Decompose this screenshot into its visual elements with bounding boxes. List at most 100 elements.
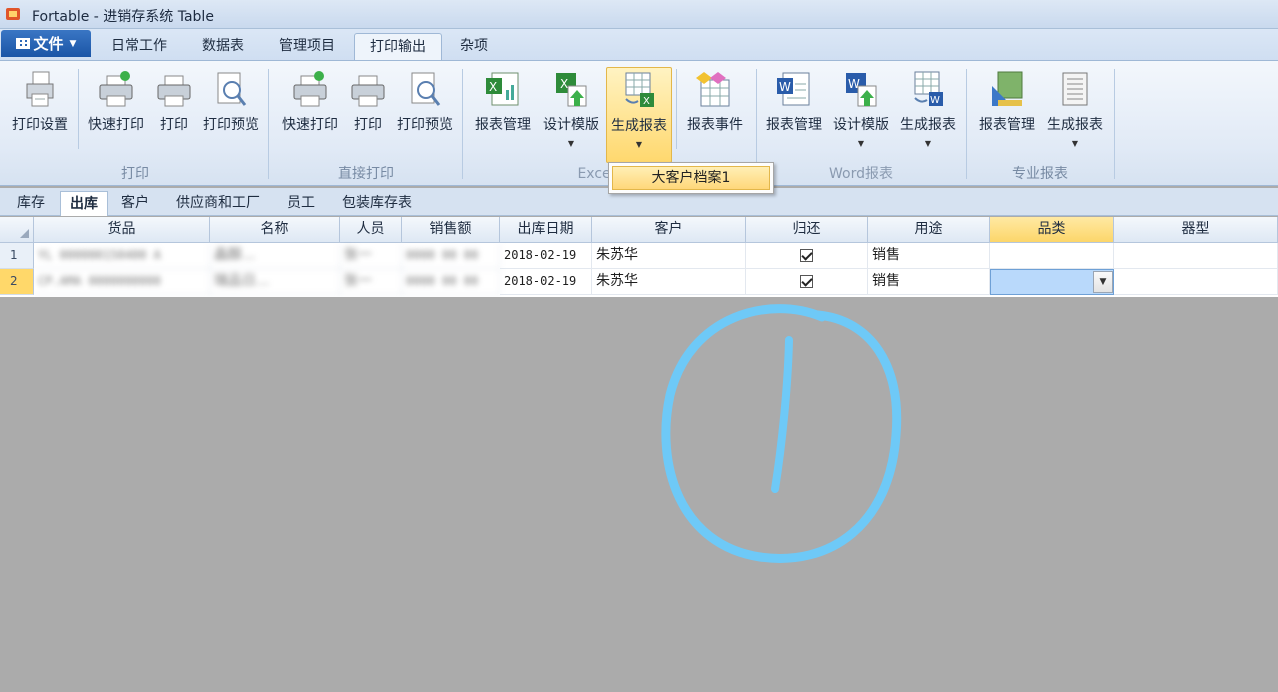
svg-text:W: W xyxy=(930,95,940,106)
window-title: Fortable - 进销存系统 Table xyxy=(32,9,214,25)
quick-print-icon xyxy=(99,71,133,107)
chevron-down-icon: ▼ xyxy=(635,140,643,149)
group-label-word: Word报表 xyxy=(829,166,893,182)
column-header[interactable]: 名称 xyxy=(210,217,340,243)
sheet-tab-inventory[interactable]: 库存 xyxy=(8,191,54,216)
svg-text:X: X xyxy=(643,96,650,107)
sheet-tab-suppliers[interactable]: 供应商和工厂 xyxy=(164,191,272,216)
print-setup-button[interactable]: 打印设置 xyxy=(4,67,76,163)
svg-text:X: X xyxy=(560,77,568,91)
excel-report-icon: X xyxy=(486,72,519,106)
chevron-down-icon[interactable]: ▼ xyxy=(1093,271,1113,293)
column-header[interactable]: 销售额 xyxy=(402,217,500,243)
sheet-tab-employees[interactable]: 员工 xyxy=(278,191,324,216)
cell-staff[interactable]: 张一 xyxy=(340,243,402,269)
pro-report-manage-button[interactable]: 报表管理 xyxy=(974,67,1040,163)
group-label-direct-print: 直接打印 xyxy=(338,166,394,182)
column-header[interactable]: 人员 xyxy=(340,217,402,243)
tab-data-tables[interactable]: 数据表 xyxy=(186,33,260,61)
row-number[interactable]: 1 xyxy=(0,243,34,269)
cell-returned[interactable] xyxy=(746,269,868,295)
print-button[interactable]: 打印 xyxy=(152,67,196,163)
divider xyxy=(268,69,269,179)
ribbon-tab-bar: 文件 ▼ 日常工作 数据表 管理项目 打印输出 杂项 xyxy=(0,29,1278,61)
printer-icon xyxy=(351,75,385,107)
cell-product[interactable]: YL 000000150400 A xyxy=(34,243,210,269)
cell-date[interactable]: 2018-02-19 xyxy=(500,243,592,269)
excel-design-template-button[interactable]: X 设计模版 ▼ xyxy=(538,67,604,163)
grid-corner[interactable] xyxy=(0,217,34,243)
cell-date[interactable]: 2018-02-19 xyxy=(500,269,592,295)
quick-print-label: 快速打印 xyxy=(88,117,144,133)
excel-generate-label: 生成报表 xyxy=(611,118,667,134)
row-number[interactable]: 2 xyxy=(0,269,34,295)
divider xyxy=(676,69,677,149)
pro-generate-label: 生成报表 xyxy=(1047,117,1103,133)
cell-sales[interactable]: 0000 00 00 xyxy=(402,269,500,295)
sheet-tab-customers[interactable]: 客户 xyxy=(112,191,158,216)
word-design-template-button[interactable]: W 设计模版 ▼ xyxy=(828,67,894,163)
pro-generate-report-button[interactable]: 生成报表 ▼ xyxy=(1042,67,1108,163)
chevron-down-icon: ▼ xyxy=(1071,139,1079,148)
word-generate-label: 生成报表 xyxy=(900,117,956,133)
direct-quick-print-button[interactable]: 快速打印 xyxy=(276,67,344,163)
quick-print-icon xyxy=(293,71,327,107)
chevron-down-icon: ▼ xyxy=(567,139,575,148)
direct-print-preview-label: 打印预览 xyxy=(397,117,453,133)
excel-report-events-button[interactable]: 报表事件 xyxy=(682,67,748,163)
column-header[interactable]: 用途 xyxy=(868,217,990,243)
print-setup-icon xyxy=(26,71,54,107)
direct-print-preview-button[interactable]: 打印预览 xyxy=(392,67,458,163)
chevron-down-icon: ▼ xyxy=(69,38,77,49)
word-generate-report-button[interactable]: W 生成报表 ▼ xyxy=(896,67,960,163)
checkbox-checked[interactable] xyxy=(800,248,813,262)
column-header[interactable]: 客户 xyxy=(592,217,746,243)
print-preview-button[interactable]: 打印预览 xyxy=(198,67,264,163)
cell-customer[interactable]: 朱苏华 xyxy=(592,269,746,295)
excel-generate-icon: X xyxy=(625,72,654,107)
tab-misc[interactable]: 杂项 xyxy=(446,33,502,61)
pro-report-icon xyxy=(992,71,1023,106)
excel-generate-report-button[interactable]: X 生成报表 ▼ xyxy=(606,67,672,163)
column-header[interactable]: 归还 xyxy=(746,217,868,243)
direct-print-button[interactable]: 打印 xyxy=(346,67,390,163)
cell-category[interactable] xyxy=(990,243,1114,269)
hand-drawn-circle-annotation xyxy=(661,304,902,563)
pro-report-manage-label: 报表管理 xyxy=(979,117,1035,133)
cell-staff[interactable]: 张一 xyxy=(340,269,402,295)
column-header-selected[interactable]: 品类 xyxy=(990,217,1114,243)
tab-print-output[interactable]: 打印输出 xyxy=(354,33,442,61)
column-header[interactable]: 货品 xyxy=(34,217,210,243)
cell-category-editor[interactable]: ▼ xyxy=(990,269,1114,295)
word-report-manage-button[interactable]: W 报表管理 xyxy=(762,67,826,163)
chevron-down-icon: ▼ xyxy=(924,139,932,148)
tab-manage-project[interactable]: 管理项目 xyxy=(266,33,348,61)
cell-name[interactable]: 瑞品日... xyxy=(210,269,340,295)
grid-icon xyxy=(15,38,30,49)
cell-sales[interactable]: 0000 00 00 xyxy=(402,243,500,269)
column-header[interactable]: 出库日期 xyxy=(500,217,592,243)
column-header[interactable]: 器型 xyxy=(1114,217,1278,243)
excel-report-manage-button[interactable]: X 报表管理 xyxy=(470,67,536,163)
file-menu-button[interactable]: 文件 ▼ xyxy=(1,30,91,57)
sheet-tab-outbound[interactable]: 出库 xyxy=(60,191,108,216)
excel-design-icon: X xyxy=(556,73,587,107)
cell-returned[interactable] xyxy=(746,243,868,269)
sheet-tab-packaging[interactable]: 包装库存表 xyxy=(330,191,424,216)
data-grid: 货品 名称 人员 销售额 出库日期 客户 归还 用途 品类 器型 1 YL 00… xyxy=(0,217,1278,297)
cell-name[interactable]: 晶醇... xyxy=(210,243,340,269)
chevron-down-icon: ▼ xyxy=(857,139,865,148)
excel-design-label: 设计模版 xyxy=(543,117,599,133)
dropdown-item-report[interactable]: 大客户档案1 xyxy=(612,166,770,190)
cell-type[interactable] xyxy=(1114,269,1278,295)
quick-print-button[interactable]: 快速打印 xyxy=(82,67,150,163)
cell-product[interactable]: CP.AMA 0000000000 xyxy=(34,269,210,295)
cell-type[interactable] xyxy=(1114,243,1278,269)
cell-customer[interactable]: 朱苏华 xyxy=(592,243,746,269)
cell-usage[interactable]: 销售 xyxy=(868,269,990,295)
cell-usage[interactable]: 销售 xyxy=(868,243,990,269)
tab-daily-work[interactable]: 日常工作 xyxy=(98,33,180,61)
group-label-pro: 专业报表 xyxy=(1012,166,1068,182)
svg-text:X: X xyxy=(489,80,497,94)
checkbox-checked[interactable] xyxy=(800,274,813,288)
